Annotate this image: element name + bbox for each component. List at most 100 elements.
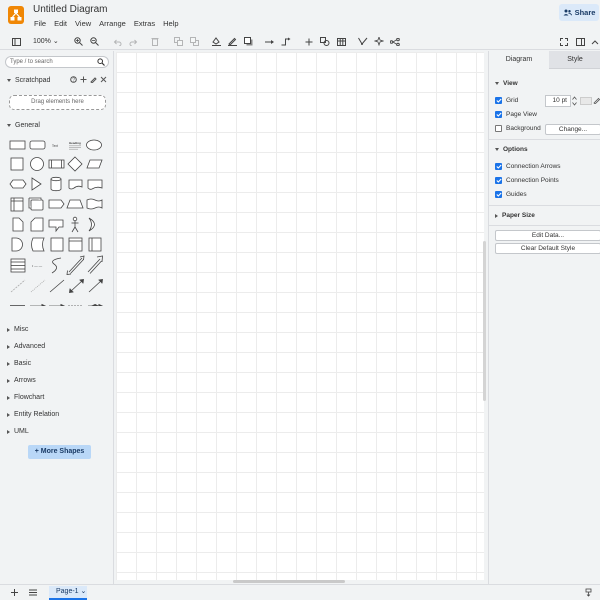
undo-icon[interactable]	[111, 36, 123, 47]
trapezoid-shape[interactable]	[66, 199, 84, 209]
search-input[interactable]: Type / to search	[5, 56, 109, 68]
change-background-button[interactable]: Change...	[545, 124, 600, 135]
general-header[interactable]: General	[7, 122, 40, 129]
zoom-out-icon[interactable]	[88, 36, 100, 47]
connector-dashed-arrow-shape[interactable]	[49, 303, 66, 306]
card-corner-shape[interactable]	[30, 217, 44, 232]
add-page-icon[interactable]	[11, 589, 18, 596]
note-shape[interactable]	[12, 217, 24, 232]
internal-storage-shape[interactable]	[10, 197, 24, 212]
line-shape[interactable]	[49, 279, 65, 293]
page-view-option[interactable]: Page View	[495, 111, 537, 118]
square-shape[interactable]	[10, 157, 24, 171]
dotted-line-shape[interactable]	[30, 279, 46, 293]
connection-arrows-checkbox[interactable]	[495, 163, 502, 170]
feedback-icon[interactable]	[585, 588, 592, 597]
cylinder-shape[interactable]	[50, 176, 62, 192]
delay-shape[interactable]	[11, 237, 23, 252]
connection-icon[interactable]	[264, 36, 276, 47]
clear-default-style-button[interactable]: Clear Default Style	[495, 243, 600, 254]
section-arrows[interactable]: Arrows	[7, 377, 36, 384]
insert-icon[interactable]	[303, 36, 315, 47]
delete-icon[interactable]	[149, 36, 161, 47]
search-icon[interactable]	[97, 58, 105, 66]
app-logo-icon[interactable]	[8, 6, 24, 24]
table-icon[interactable]	[335, 36, 347, 47]
menu-file[interactable]: File	[30, 18, 50, 29]
section-flowchart[interactable]: Flowchart	[7, 394, 44, 401]
sidebar-toggle-icon[interactable]	[10, 36, 22, 47]
section-misc[interactable]: Misc	[7, 326, 28, 333]
waypoints-icon[interactable]	[280, 36, 292, 47]
zoom-level[interactable]: 100% ⌄	[33, 36, 59, 47]
diagram-title[interactable]: Untitled Diagram	[33, 4, 107, 15]
pencil-icon[interactable]	[593, 96, 600, 104]
section-basic[interactable]: Basic	[7, 360, 31, 367]
to-front-icon[interactable]	[172, 36, 184, 47]
grid-color-swatch[interactable]	[580, 97, 592, 105]
or-shape[interactable]	[88, 217, 95, 232]
textbox-shape[interactable]: Heading	[69, 141, 81, 150]
grid-checkbox[interactable]	[495, 97, 502, 104]
tab-style[interactable]: Style	[549, 51, 600, 69]
process-shape[interactable]	[48, 159, 65, 169]
scratchpad-dropzone[interactable]: Drag elements here	[9, 95, 106, 110]
fullscreen-icon[interactable]	[558, 36, 570, 47]
list-item-shape[interactable]: • — —	[32, 264, 43, 268]
data-storage-shape[interactable]	[31, 237, 45, 252]
line-color-icon[interactable]	[226, 36, 238, 47]
directional-connector-shape[interactable]	[88, 279, 103, 293]
ellipse-shape[interactable]	[86, 139, 102, 151]
dashed-line-shape[interactable]	[10, 279, 26, 293]
scratchpad-header[interactable]: Scratchpad	[7, 77, 50, 84]
edit-icon[interactable]	[90, 76, 97, 83]
zoom-in-icon[interactable]	[72, 36, 84, 47]
grid-size-input[interactable]: 10 pt	[545, 95, 571, 107]
connection-points-option[interactable]: Connection Points	[495, 177, 559, 184]
menu-help[interactable]: Help	[159, 18, 182, 29]
bidirectional-connector-shape[interactable]	[69, 279, 84, 293]
diagram-canvas[interactable]	[116, 52, 484, 580]
step-shape[interactable]	[68, 179, 83, 190]
ai-icon[interactable]	[373, 36, 385, 47]
grid-option[interactable]: Grid	[495, 97, 518, 104]
share-button[interactable]: Share	[559, 4, 599, 21]
bidirectional-arrow-shape[interactable]	[66, 255, 85, 275]
spinner-icon[interactable]	[572, 96, 577, 106]
card-shape[interactable]	[48, 199, 65, 209]
connection-points-checkbox[interactable]	[495, 177, 502, 184]
section-advanced[interactable]: Advanced	[7, 343, 45, 350]
section-uml[interactable]: UML	[7, 428, 29, 435]
draw-icon[interactable]	[357, 36, 369, 47]
vertical-container-shape[interactable]	[88, 237, 102, 252]
close-icon[interactable]	[100, 76, 107, 83]
actor-shape[interactable]	[71, 216, 79, 233]
callout-shape[interactable]	[48, 219, 64, 233]
to-back-icon[interactable]	[188, 36, 200, 47]
view-section-header[interactable]: View	[495, 80, 518, 87]
tab-diagram[interactable]: Diagram	[489, 51, 549, 69]
page-tab[interactable]: Page-1 ⌄	[49, 586, 87, 600]
circle-shape[interactable]	[30, 157, 44, 171]
connection-arrows-option[interactable]: Connection Arrows	[495, 163, 561, 170]
container-shape[interactable]	[68, 237, 83, 252]
vertical-scrollbar[interactable]	[483, 241, 486, 401]
document-shape[interactable]	[87, 179, 103, 190]
menu-arrange[interactable]: Arrange	[95, 18, 130, 29]
text-shape[interactable]: Text	[52, 144, 58, 148]
background-checkbox[interactable]	[495, 125, 502, 132]
connector-arrow-shape[interactable]	[30, 303, 47, 306]
more-shapes-button[interactable]: + More Shapes	[28, 445, 91, 459]
tape-shape[interactable]	[86, 198, 103, 210]
options-section-header[interactable]: Options	[495, 146, 528, 153]
layout-icon[interactable]	[389, 36, 401, 47]
menu-extras[interactable]: Extras	[130, 18, 159, 29]
square-shape-2[interactable]	[50, 237, 64, 252]
connector-diamond-shape[interactable]	[88, 303, 104, 307]
help-icon[interactable]: ?	[70, 76, 77, 83]
collapse-icon[interactable]	[589, 36, 600, 47]
pages-menu-icon[interactable]	[29, 589, 37, 596]
curve-shape[interactable]	[51, 257, 62, 274]
parallelogram-shape[interactable]	[86, 159, 103, 169]
triangle-shape[interactable]	[31, 177, 42, 191]
